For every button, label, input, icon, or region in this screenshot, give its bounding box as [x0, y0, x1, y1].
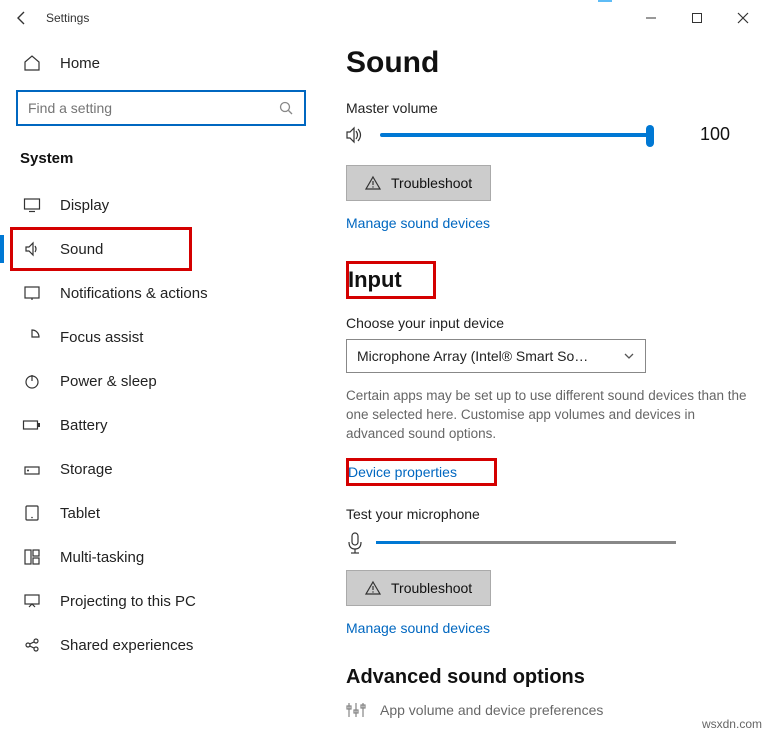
sidebar-item-sound[interactable]: Sound [0, 227, 322, 271]
search-input[interactable] [28, 100, 279, 116]
warning-icon [365, 175, 381, 191]
sliders-icon [346, 701, 366, 719]
display-icon [22, 196, 42, 214]
maximize-button[interactable] [674, 0, 720, 36]
minimize-icon [645, 12, 657, 24]
watermark: wsxdn.com [702, 717, 762, 731]
page-title: Sound [346, 46, 750, 80]
dropdown-value: Microphone Array (Intel® Smart So… [357, 348, 588, 364]
titlebar: Settings [0, 0, 770, 36]
speaker-icon[interactable] [346, 126, 366, 144]
advanced-heading: Advanced sound options [346, 666, 750, 689]
nav-list: Display Sound Notifications & actions Fo… [0, 183, 322, 667]
sidebar-item-focus[interactable]: Focus assist [0, 315, 322, 359]
sidebar-item-label: Focus assist [60, 329, 143, 346]
choose-input-label: Choose your input device [346, 315, 750, 331]
tablet-icon [22, 504, 42, 522]
sound-icon [22, 240, 42, 258]
multitasking-icon [22, 548, 42, 566]
manage-input-link[interactable]: Manage sound devices [346, 620, 490, 636]
sidebar-item-display[interactable]: Display [0, 183, 322, 227]
power-icon [22, 372, 42, 390]
home-nav[interactable]: Home [0, 46, 322, 80]
sidebar: Home System Display Sound Notifications … [0, 36, 322, 737]
sidebar-item-projecting[interactable]: Projecting to this PC [0, 579, 322, 623]
back-button[interactable] [4, 0, 40, 36]
mic-level-fill [376, 541, 420, 544]
troubleshoot-output-button[interactable]: Troubleshoot [346, 165, 491, 201]
storage-icon [22, 460, 42, 478]
sidebar-item-label: Power & sleep [60, 373, 157, 390]
sidebar-item-label: Shared experiences [60, 637, 193, 654]
sidebar-item-notifications[interactable]: Notifications & actions [0, 271, 322, 315]
sidebar-item-label: Display [60, 197, 109, 214]
sidebar-item-label: Notifications & actions [60, 285, 208, 302]
section-label: System [0, 140, 322, 175]
arrow-left-icon [14, 10, 30, 26]
troubleshoot-input-button[interactable]: Troubleshoot [346, 570, 491, 606]
sidebar-item-label: Tablet [60, 505, 100, 522]
sidebar-item-storage[interactable]: Storage [0, 447, 322, 491]
button-label: Troubleshoot [391, 175, 472, 191]
content: Sound Master volume 100 Troubleshoot Man… [322, 36, 770, 737]
highlight-box [346, 458, 497, 486]
volume-row: 100 [346, 124, 750, 145]
slider-thumb[interactable] [646, 125, 654, 147]
help-text: Certain apps may be set up to use differ… [346, 387, 750, 444]
sidebar-item-label: Multi-tasking [60, 549, 144, 566]
maximize-icon [691, 12, 703, 24]
sidebar-item-label: Projecting to this PC [60, 593, 196, 610]
close-icon [737, 12, 749, 24]
volume-slider[interactable] [380, 133, 650, 137]
sidebar-item-multitasking[interactable]: Multi-tasking [0, 535, 322, 579]
button-label: Troubleshoot [391, 580, 472, 596]
search-icon [279, 101, 294, 116]
master-volume-label: Master volume [346, 100, 750, 116]
sidebar-item-battery[interactable]: Battery [0, 403, 322, 447]
minimize-button[interactable] [628, 0, 674, 36]
highlight-box [346, 261, 436, 299]
projecting-icon [22, 592, 42, 610]
test-mic-label: Test your microphone [346, 506, 750, 522]
accent-strip [598, 0, 612, 2]
warning-icon [365, 580, 381, 596]
search-box[interactable] [16, 90, 306, 126]
volume-value: 100 [700, 124, 730, 145]
sidebar-item-tablet[interactable]: Tablet [0, 491, 322, 535]
home-label: Home [60, 55, 100, 72]
notifications-icon [22, 284, 42, 302]
input-device-dropdown[interactable]: Microphone Array (Intel® Smart So… [346, 339, 646, 373]
app-volume-label[interactable]: App volume and device preferences [380, 702, 603, 718]
focus-icon [22, 328, 42, 346]
battery-icon [22, 416, 42, 434]
home-icon [22, 54, 42, 72]
shared-icon [22, 636, 42, 654]
manage-output-link[interactable]: Manage sound devices [346, 215, 490, 231]
sidebar-item-label: Storage [60, 461, 113, 478]
microphone-icon [346, 532, 364, 554]
mic-test-row [346, 532, 750, 554]
chevron-down-icon [623, 350, 635, 362]
sidebar-item-power[interactable]: Power & sleep [0, 359, 322, 403]
close-button[interactable] [720, 0, 766, 36]
sidebar-item-shared[interactable]: Shared experiences [0, 623, 322, 667]
window-title: Settings [46, 11, 89, 25]
sidebar-item-label: Battery [60, 417, 108, 434]
mic-level-bar [376, 541, 676, 544]
sidebar-item-label: Sound [60, 241, 103, 258]
